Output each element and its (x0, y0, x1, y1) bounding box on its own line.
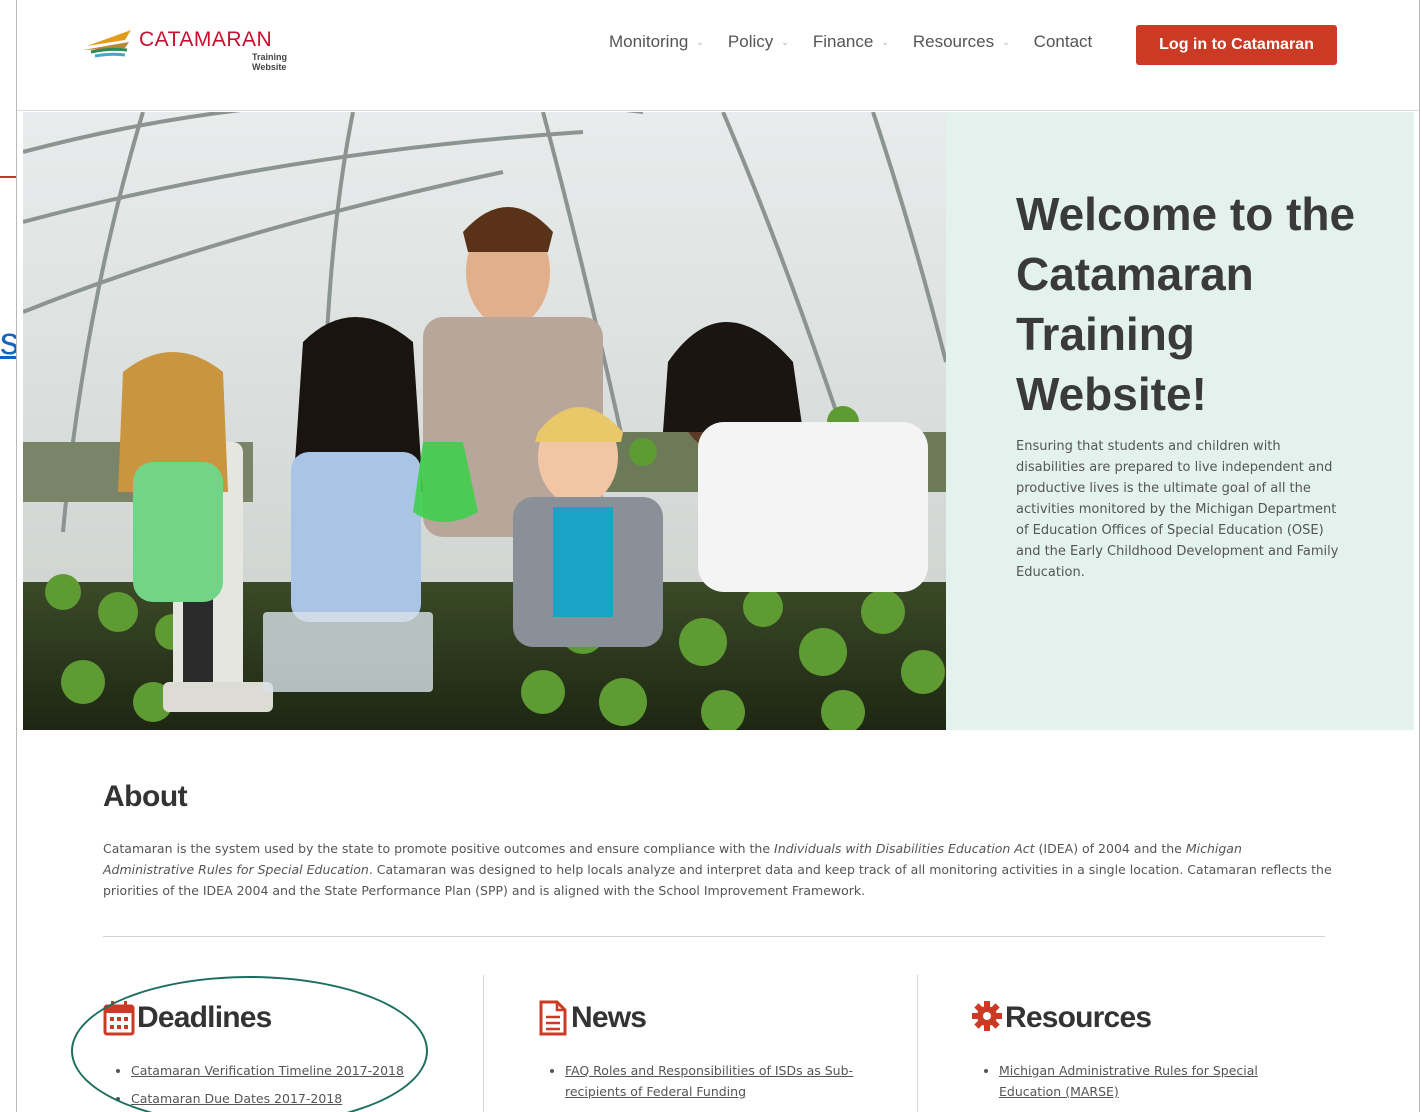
chevron-down-icon: ⌄ (696, 36, 704, 47)
nav-contact[interactable]: Contact (1034, 32, 1093, 52)
nav-policy-label: Policy (727, 32, 774, 51)
chevron-down-icon: ⌄ (881, 36, 889, 47)
news-link[interactable]: FAQ Roles and Responsibilities of ISDs a… (565, 1063, 853, 1099)
resources-title: Resources (1005, 1001, 1152, 1034)
about-text-part: Catamaran is the system used by the stat… (103, 841, 775, 856)
main-nav: Monitoring ⌄ Policy ⌄ Finance ⌄ Resource… (609, 32, 1108, 52)
nav-finance[interactable]: Finance ⌄ (813, 32, 889, 52)
column-divider (917, 975, 918, 1112)
nav-resources[interactable]: Resources ⌄ (913, 32, 1010, 52)
gear-icon (972, 1001, 1002, 1031)
resources-heading: Resources (971, 996, 1301, 1040)
hero-title: Welcome to the Catamaran Training Websit… (1016, 188, 1356, 420)
hero-panel: Welcome to the Catamaran Training Websit… (946, 112, 1414, 730)
login-button[interactable]: Log in to Catamaran (1136, 25, 1337, 65)
slide-divider-line (0, 176, 16, 178)
column-divider (483, 975, 484, 1112)
hero-description: Ensuring that students and children with… (1016, 439, 1339, 580)
news-heading: News (537, 996, 867, 1040)
chevron-down-icon: ⌄ (781, 36, 789, 47)
nav-monitoring-label: Monitoring (609, 32, 689, 51)
nav-policy[interactable]: Policy ⌄ (728, 32, 789, 52)
section-divider (103, 936, 1325, 937)
news-title: News (571, 1001, 647, 1034)
about-text: Catamaran is the system used by the stat… (103, 838, 1333, 901)
resources-column: Resources Michigan Administrative Rules … (971, 996, 1301, 1109)
nav-resources-label: Resources (912, 32, 995, 51)
chevron-down-icon: ⌄ (1002, 36, 1010, 47)
news-list: FAQ Roles and Responsibilities of ISDs a… (537, 1060, 867, 1102)
document-icon (539, 1000, 567, 1036)
nav-contact-label: Contact (1033, 32, 1093, 51)
about-heading: About (103, 780, 188, 813)
nav-finance-label: Finance (812, 32, 874, 51)
site-header: CATAMARAN Training Website Monitoring ⌄ … (17, 0, 1419, 111)
idea-act-name: Individuals with Disabilities Education … (774, 841, 1035, 856)
resources-list: Michigan Administrative Rules for Specia… (971, 1060, 1301, 1102)
logo-subtitle: Training Website (252, 52, 288, 72)
logo-text: CATAMARAN (139, 28, 273, 51)
list-item: FAQ Roles and Responsibilities of ISDs a… (565, 1060, 867, 1102)
list-item: Michigan Administrative Rules for Specia… (999, 1060, 1301, 1102)
catamaran-logo[interactable]: CATAMARAN Training Website (81, 22, 321, 72)
nav-monitoring[interactable]: Monitoring ⌄ (609, 32, 704, 52)
greenhouse-students-image (23, 112, 946, 730)
hero-photo (23, 112, 946, 730)
resource-link[interactable]: Michigan Administrative Rules for Specia… (999, 1063, 1258, 1099)
sail-logo-icon (83, 30, 131, 58)
about-text-part: (IDEA) of 2004 and the (1034, 841, 1186, 856)
news-column: News FAQ Roles and Responsibilities of I… (537, 996, 867, 1109)
browser-screenshot: CATAMARAN Training Website Monitoring ⌄ … (16, 0, 1420, 1112)
